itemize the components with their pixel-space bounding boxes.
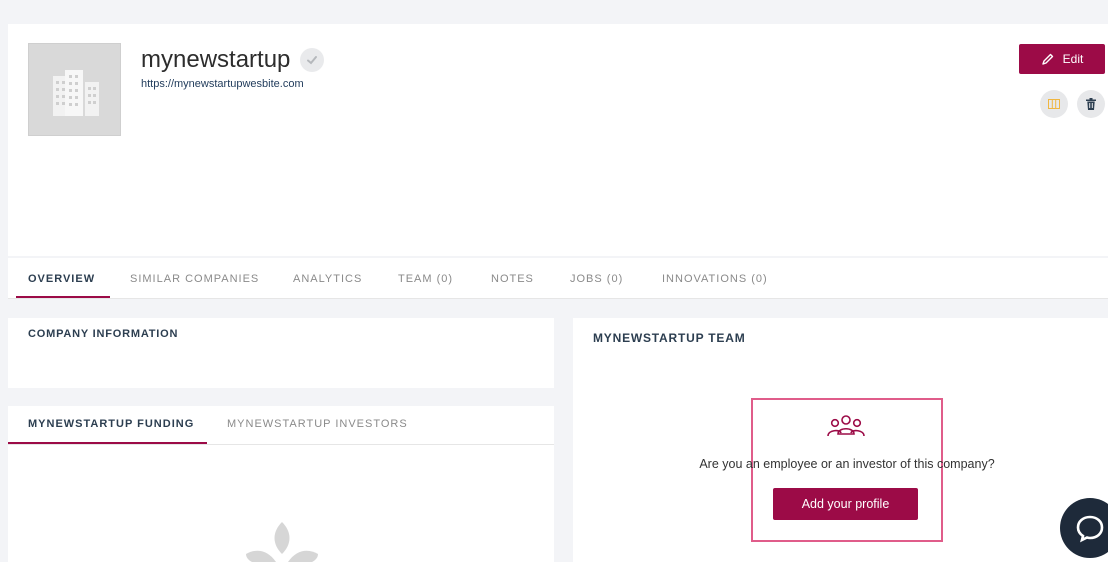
company-name: mynewstartup (141, 46, 325, 74)
delete-button[interactable] (1077, 90, 1105, 118)
team-question: Are you an employee or an investor of th… (699, 457, 995, 471)
chat-bubble-icon (1076, 515, 1104, 543)
trash-icon (1086, 98, 1096, 110)
company-url[interactable]: https://mynewstartupwesbite.com (141, 78, 304, 90)
tab-analytics[interactable]: ANALYTICS (293, 273, 362, 285)
pencil-icon (1041, 53, 1053, 65)
active-tab-indicator (16, 296, 110, 298)
building-icon (53, 70, 99, 116)
active-funding-tab-indicator (8, 442, 207, 444)
tab-team[interactable]: TEAM (0) (398, 273, 453, 285)
edit-button[interactable]: Edit (1019, 44, 1105, 74)
tab-investors[interactable]: MYNEWSTARTUP INVESTORS (227, 418, 408, 430)
columns-icon (1048, 99, 1060, 109)
funding-tabs-divider (8, 444, 554, 445)
company-information-card: COMPANY INFORMATION (8, 318, 554, 388)
team-card: MYNEWSTARTUP TEAM Are you an employee or… (573, 318, 1108, 562)
tab-similar-companies[interactable]: SIMILAR COMPANIES (130, 273, 259, 285)
tab-funding[interactable]: MYNEWSTARTUP FUNDING (28, 418, 194, 430)
tab-overview[interactable]: OVERVIEW (28, 273, 95, 285)
compare-button[interactable] (1040, 90, 1068, 118)
tab-notes[interactable]: NOTES (491, 273, 534, 285)
people-group-icon (827, 415, 865, 437)
company-information-title: COMPANY INFORMATION (28, 328, 179, 340)
company-header: mynewstartup https://mynewstartupwesbite… (8, 24, 1108, 256)
team-title: MYNEWSTARTUP TEAM (593, 331, 746, 345)
leaf-logo-icon (246, 522, 318, 562)
tab-jobs[interactable]: JOBS (0) (570, 273, 623, 285)
add-profile-button[interactable]: Add your profile (773, 488, 918, 520)
tab-innovations[interactable]: INNOVATIONS (0) (662, 273, 768, 285)
verified-badge (300, 48, 325, 72)
company-logo (28, 43, 121, 136)
check-icon (307, 56, 318, 65)
edit-label: Edit (1062, 52, 1084, 66)
company-tabs: OVERVIEW SIMILAR COMPANIES ANALYTICS TEA… (8, 258, 1108, 299)
company-name-text: mynewstartup (141, 46, 291, 73)
funding-card: MYNEWSTARTUP FUNDING MYNEWSTARTUP INVEST… (8, 406, 554, 562)
